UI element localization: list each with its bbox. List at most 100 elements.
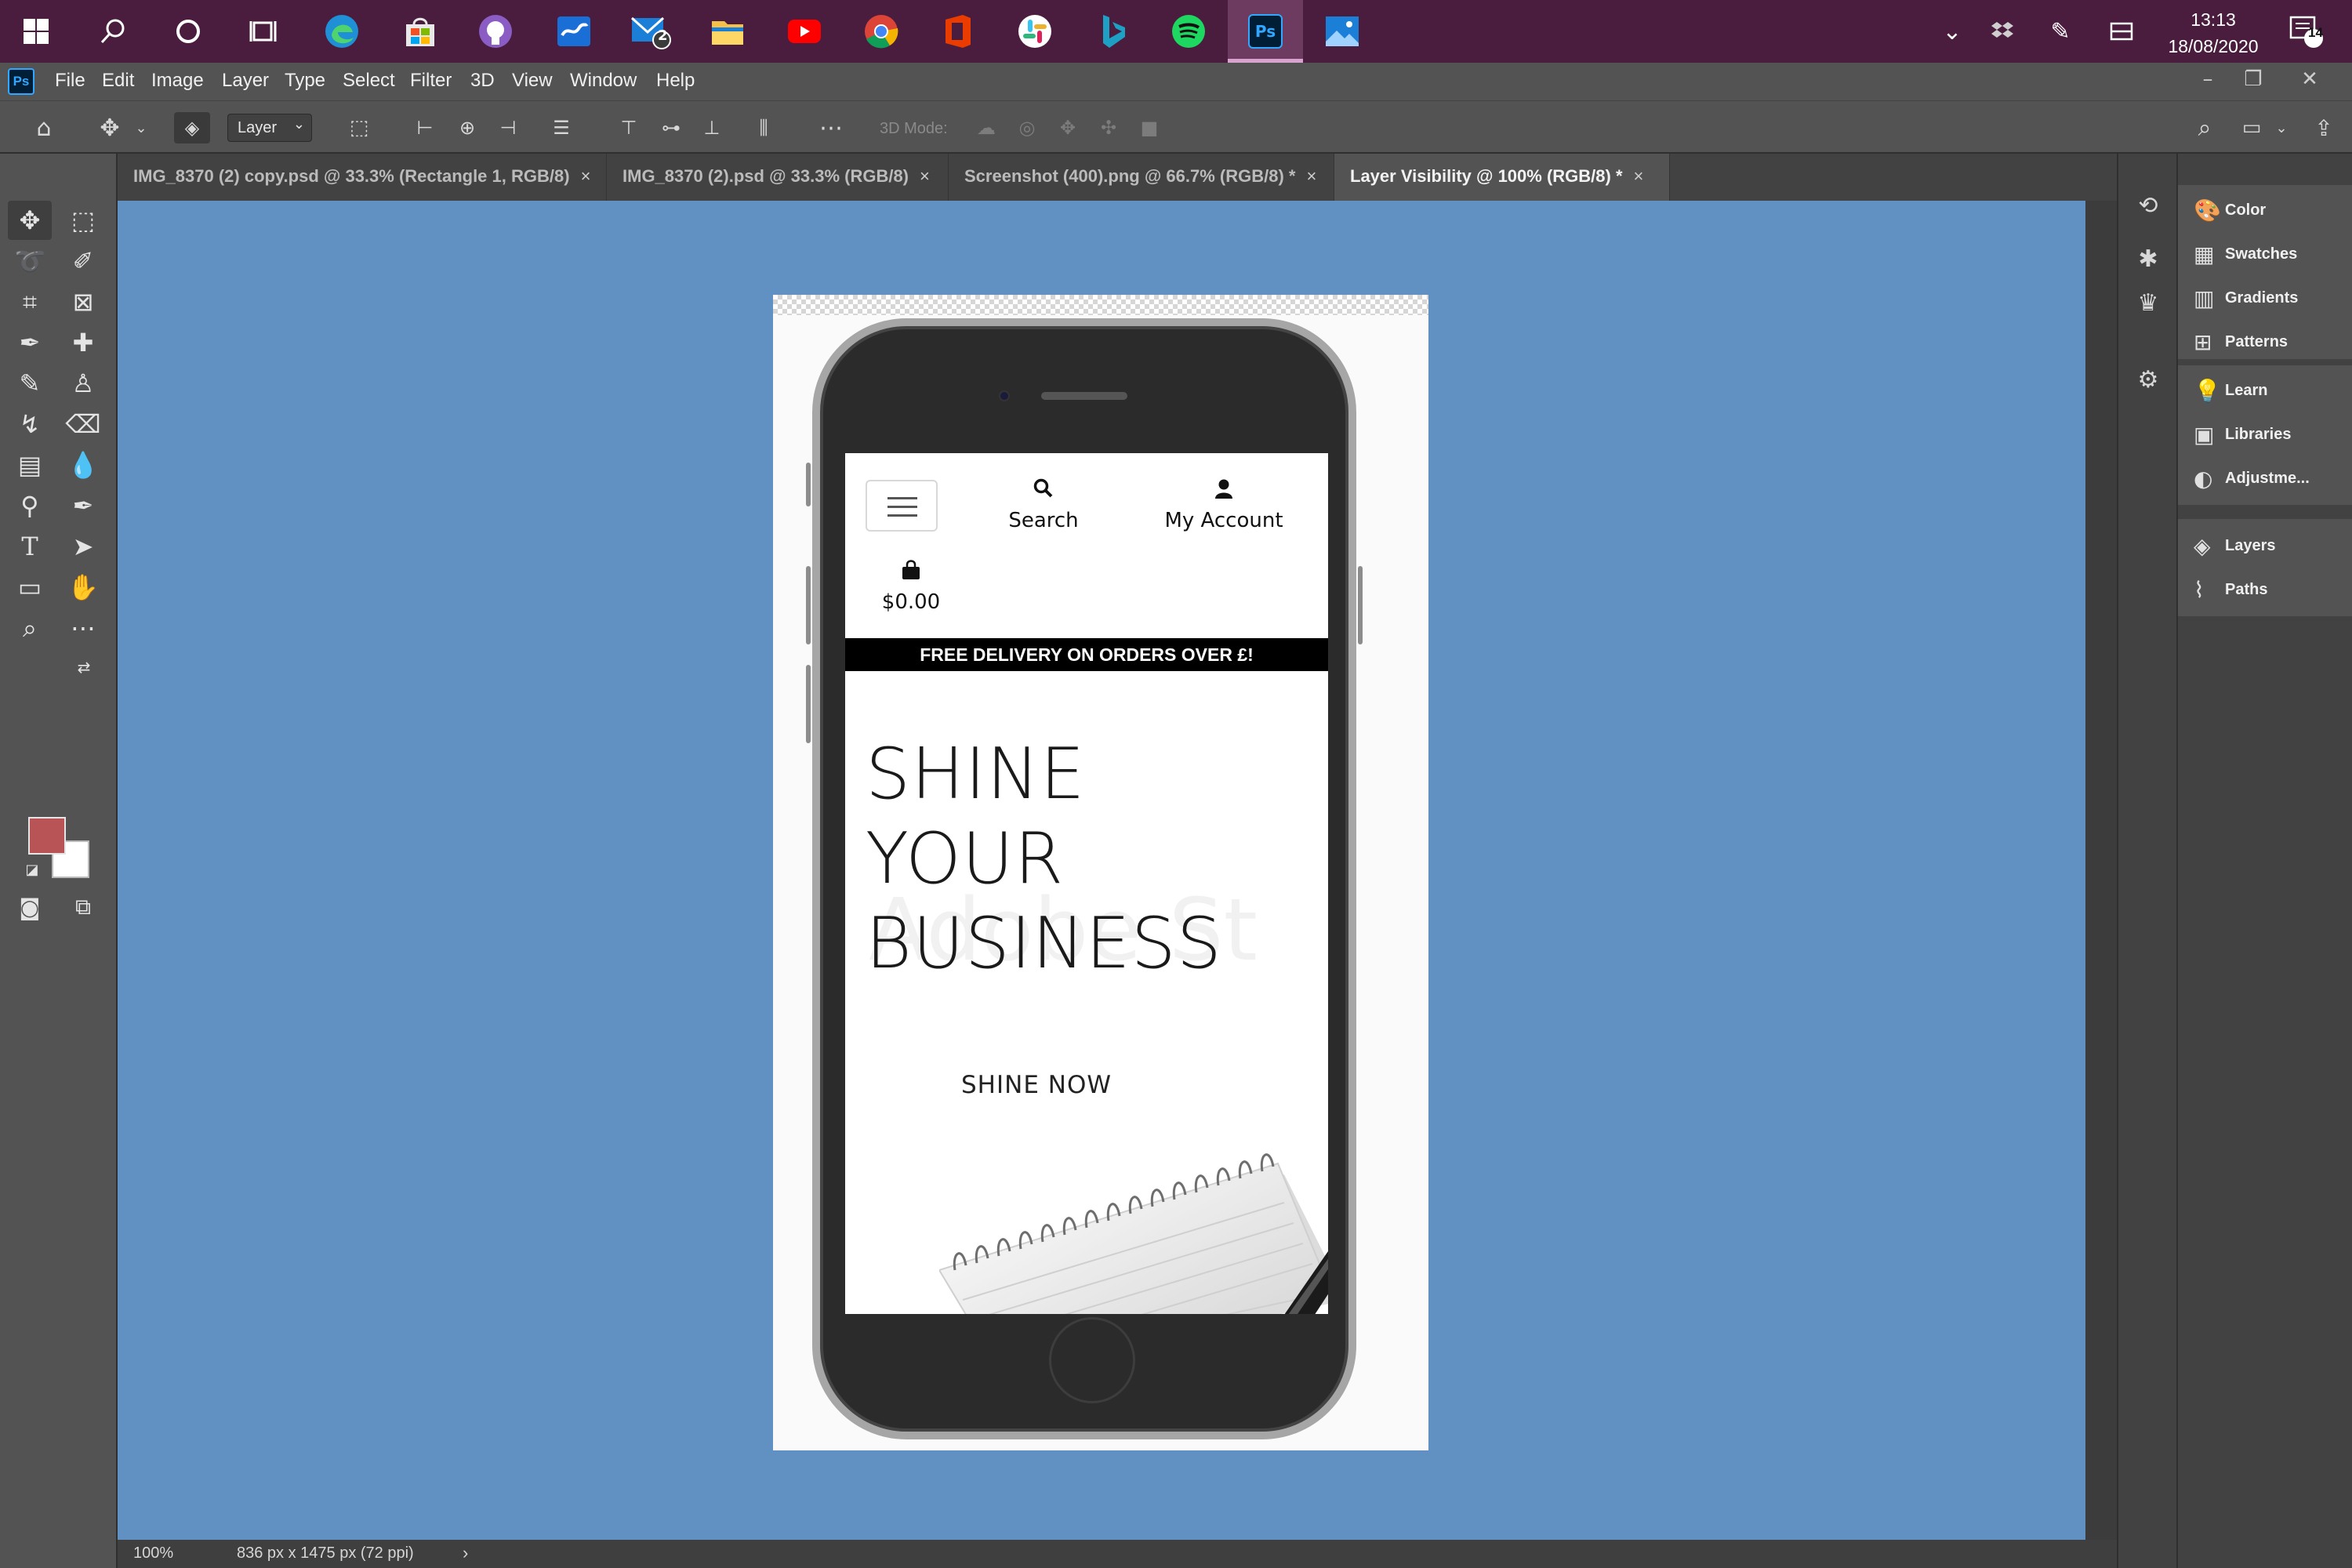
- properties-icon[interactable]: ⚙: [2131, 362, 2165, 397]
- align-left-icon[interactable]: ⊢: [409, 112, 441, 143]
- mail-icon[interactable]: 2: [630, 11, 671, 52]
- type-tool-icon[interactable]: T: [8, 527, 52, 566]
- tab-img-8370[interactable]: IMG_8370 (2).psd @ 33.3% (RGB/8) ×: [607, 154, 949, 201]
- brush-tool-icon[interactable]: ✎: [8, 364, 52, 403]
- panel-swatches[interactable]: ▦ Swatches: [2194, 238, 2297, 270]
- rectangle-tool-icon[interactable]: ▭: [8, 568, 52, 607]
- dropbox-icon[interactable]: [1987, 16, 2018, 47]
- search-icon[interactable]: [93, 11, 133, 52]
- align-center-icon[interactable]: ⊕: [452, 112, 483, 143]
- stamp-tool-icon[interactable]: ♙: [61, 364, 105, 403]
- move-tool-icon[interactable]: ✥: [93, 112, 127, 143]
- tab-screenshot-400[interactable]: Screenshot (400).png @ 66.7% (RGB/8) * ×: [949, 154, 1334, 201]
- bing-icon[interactable]: [1093, 11, 1134, 52]
- menu-filter[interactable]: Filter: [410, 70, 452, 92]
- menu-image[interactable]: Image: [151, 70, 204, 92]
- distribute-vertical-icon[interactable]: ⫼: [748, 112, 779, 143]
- 3d-roll-icon[interactable]: ◎: [1011, 112, 1043, 143]
- quick-mask-icon[interactable]: ◙: [8, 887, 52, 927]
- tab-layer-visibility[interactable]: Layer Visibility @ 100% (RGB/8) * ×: [1334, 154, 1670, 201]
- align-right-icon[interactable]: ⊣: [492, 112, 524, 143]
- menu-layer[interactable]: Layer: [222, 70, 269, 92]
- taskbar-clock[interactable]: 13:13 18/08/2020: [2154, 6, 2272, 60]
- screen-mode-icon[interactable]: ⧉: [61, 887, 105, 927]
- close-icon[interactable]: ×: [1306, 166, 1316, 186]
- frame-tool-icon[interactable]: ⊠: [61, 282, 105, 321]
- slack-icon[interactable]: [1014, 11, 1055, 52]
- 3d-orbit-icon[interactable]: ☁: [971, 112, 1002, 143]
- document-canvas[interactable]: Search My Account $0.00 FREE DELIVERY ON…: [773, 295, 1428, 1450]
- task-view-icon[interactable]: [243, 11, 284, 52]
- panel-color[interactable]: 🎨 Color: [2194, 194, 2266, 226]
- panel-libraries[interactable]: ▣ Libraries: [2194, 419, 2291, 450]
- transform-controls-icon[interactable]: ⬚: [342, 112, 376, 143]
- windows-start-icon[interactable]: [16, 11, 56, 52]
- file-explorer-icon[interactable]: [707, 11, 748, 52]
- close-icon[interactable]: ×: [1634, 166, 1644, 186]
- tab-img-8370-copy[interactable]: IMG_8370 (2) copy.psd @ 33.3% (Rectangle…: [118, 154, 607, 201]
- zoom-level[interactable]: 100%: [133, 1544, 173, 1563]
- quick-select-tool-icon[interactable]: ✐: [61, 241, 105, 281]
- edge-browser-icon[interactable]: [321, 11, 362, 52]
- history-icon[interactable]: ⟲: [2131, 188, 2165, 223]
- youtube-icon[interactable]: [784, 11, 825, 52]
- menu-3d[interactable]: 3D: [470, 70, 495, 92]
- photos-icon[interactable]: [1322, 11, 1363, 52]
- home-icon[interactable]: ⌂: [27, 112, 61, 143]
- chrome-icon[interactable]: [861, 11, 902, 52]
- menu-select[interactable]: Select: [343, 70, 395, 92]
- eraser-tool-icon[interactable]: ⌫: [61, 405, 105, 444]
- history-brush-icon[interactable]: ↯: [8, 405, 52, 444]
- distribute-horizontal-icon[interactable]: ☰: [546, 112, 577, 143]
- hand-tool-icon[interactable]: ✋: [61, 568, 105, 607]
- photoshop-taskbar-icon[interactable]: Ps: [1245, 11, 1286, 52]
- workspace-icon[interactable]: ▭: [2234, 112, 2269, 143]
- brushes-icon[interactable]: ♛: [2131, 285, 2165, 320]
- 3d-slide-icon[interactable]: ✣: [1093, 112, 1124, 143]
- marquee-tool-icon[interactable]: ⬚: [61, 201, 105, 240]
- healing-brush-icon[interactable]: ✚: [61, 323, 105, 362]
- status-menu-arrow[interactable]: ›: [463, 1543, 468, 1563]
- panel-learn[interactable]: 💡 Learn: [2194, 375, 2267, 406]
- brush-settings-icon[interactable]: ✱: [2131, 241, 2165, 276]
- panel-paths[interactable]: ⌇ Paths: [2194, 574, 2267, 605]
- menu-file[interactable]: File: [55, 70, 85, 92]
- eyedropper-tool-icon[interactable]: ✒: [8, 323, 52, 362]
- blur-tool-icon[interactable]: 💧: [61, 445, 105, 485]
- menu-edit[interactable]: Edit: [102, 70, 134, 92]
- close-icon[interactable]: ×: [581, 166, 591, 186]
- path-select-tool-icon[interactable]: ➤: [61, 527, 105, 566]
- align-middle-icon[interactable]: ⊶: [655, 112, 687, 143]
- cortana-icon[interactable]: [168, 11, 209, 52]
- office-icon[interactable]: [938, 11, 978, 52]
- panel-layers[interactable]: ◈ Layers: [2194, 530, 2276, 561]
- 3d-video-icon[interactable]: ■: [1134, 112, 1165, 143]
- menu-type[interactable]: Type: [285, 70, 325, 92]
- notifications-icon[interactable]: 14: [2285, 16, 2328, 48]
- align-bottom-icon[interactable]: ⊥: [696, 112, 728, 143]
- keyboard-icon[interactable]: [2106, 16, 2137, 47]
- default-colors-icon[interactable]: ◪: [20, 858, 44, 881]
- align-top-icon[interactable]: ⊤: [613, 112, 644, 143]
- panel-gradients[interactable]: ▥ Gradients: [2194, 282, 2298, 314]
- more-tools-icon[interactable]: ⋯: [61, 608, 105, 648]
- lasso-tool-icon[interactable]: ➰: [8, 241, 52, 281]
- restore-button[interactable]: ❐: [2236, 67, 2270, 96]
- more-options-icon[interactable]: ⋯: [815, 112, 847, 143]
- auto-select-dropdown[interactable]: Layer ⌄: [227, 114, 312, 142]
- menu-view[interactable]: View: [512, 70, 553, 92]
- pen-tool-icon[interactable]: ✒: [61, 486, 105, 525]
- menu-help[interactable]: Help: [656, 70, 695, 92]
- dodge-tool-icon[interactable]: ⚲: [8, 486, 52, 525]
- chevron-up-icon[interactable]: ⌄: [1936, 16, 1968, 47]
- menu-window[interactable]: Window: [570, 70, 637, 92]
- microsoft-store-icon[interactable]: [400, 11, 441, 52]
- pen-icon[interactable]: ✎: [2045, 16, 2076, 47]
- zoom-tool-icon[interactable]: ⌕: [8, 608, 52, 648]
- move-tool-icon[interactable]: ✥: [8, 201, 52, 240]
- close-icon[interactable]: ×: [920, 166, 930, 186]
- spotify-icon[interactable]: [1168, 11, 1209, 52]
- chevron-down-icon[interactable]: ⌄: [132, 112, 151, 143]
- chevron-down-icon[interactable]: ⌄: [2272, 112, 2291, 143]
- minimize-button[interactable]: –: [2190, 67, 2225, 96]
